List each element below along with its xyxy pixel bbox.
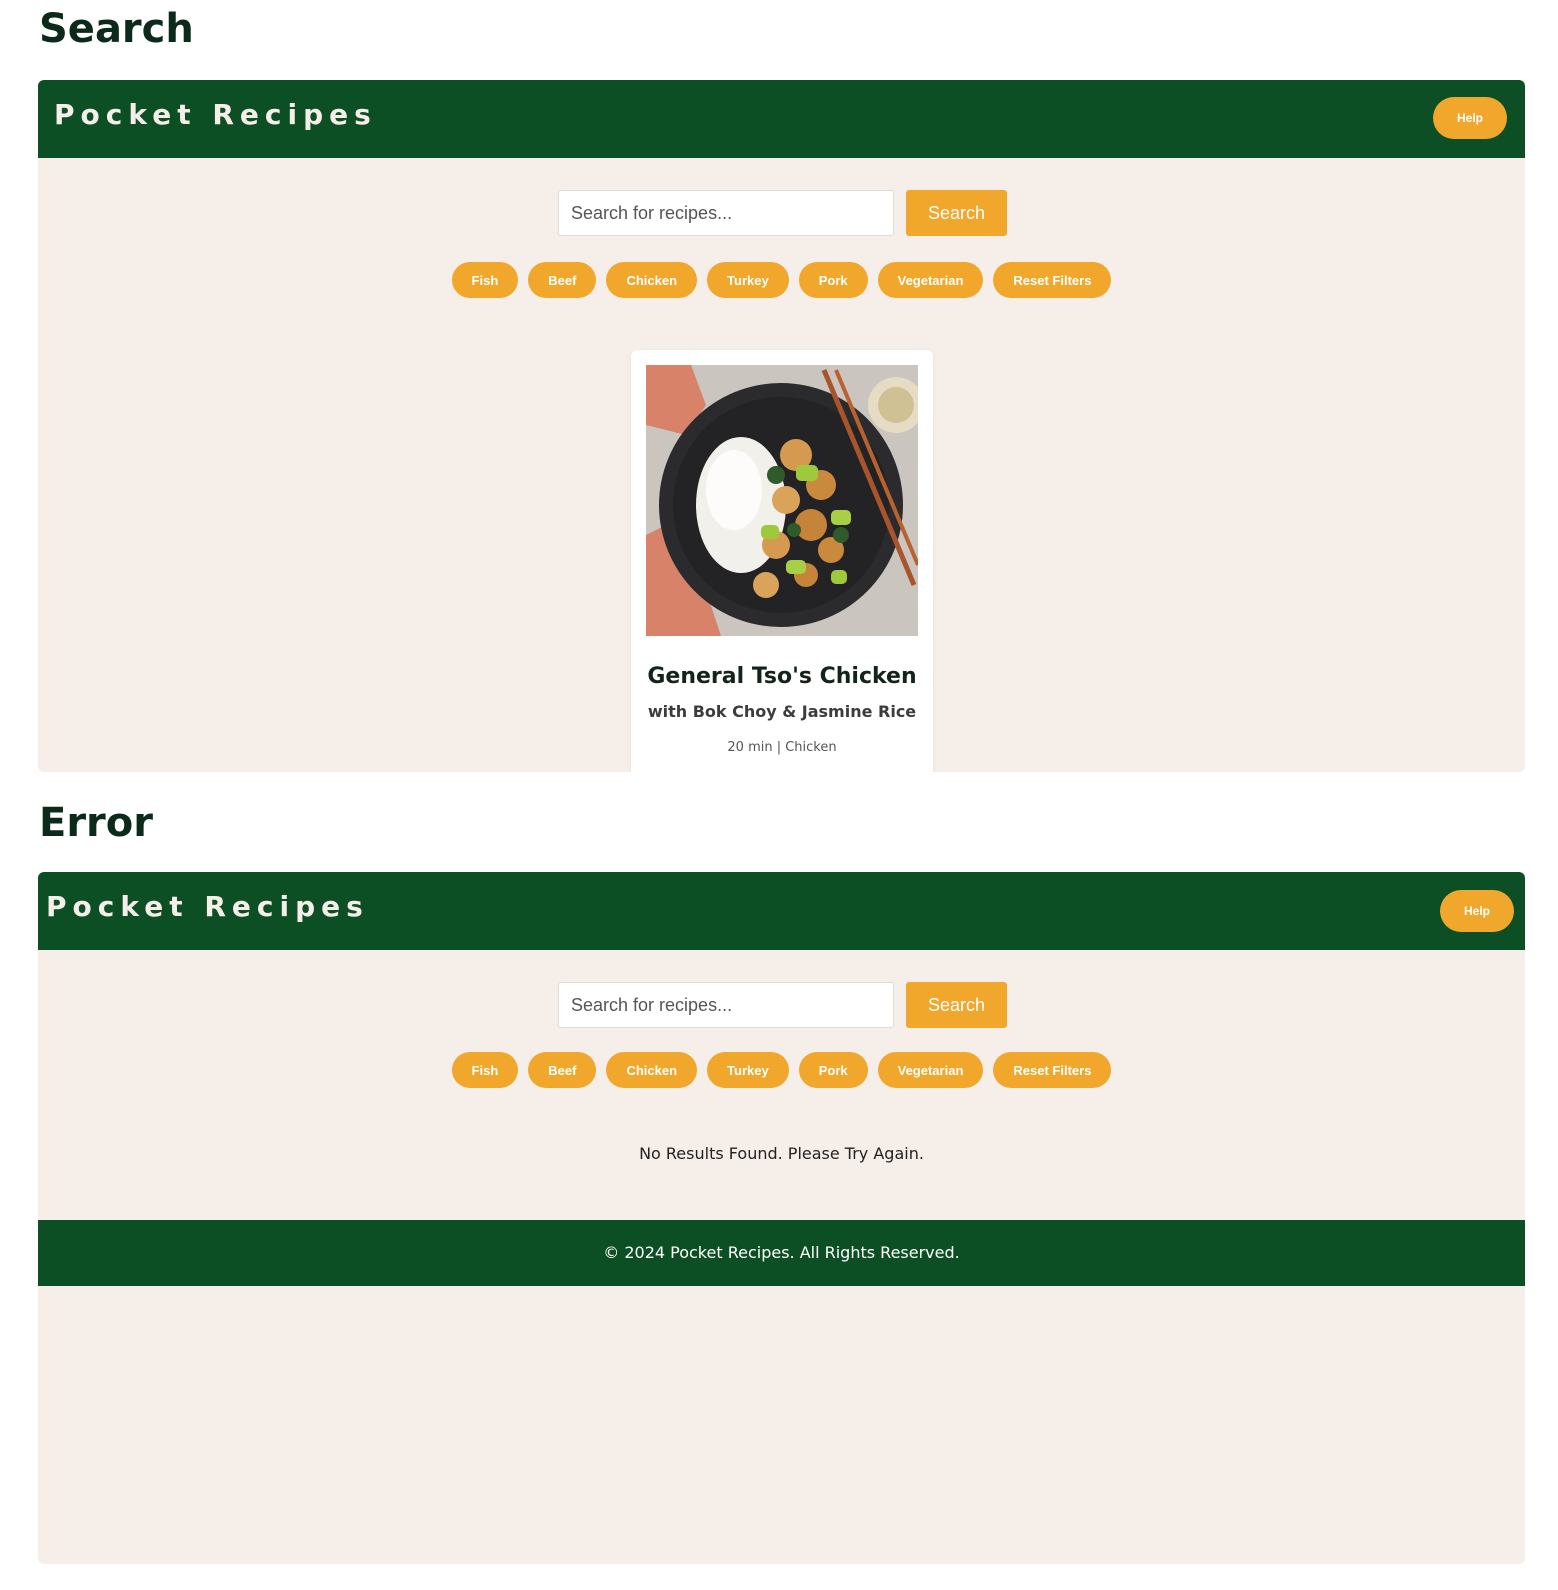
help-button[interactable]: Help	[1433, 97, 1507, 139]
error-screen: Pocket Recipes Help Search for recipes..…	[38, 872, 1525, 1564]
filter-pork-button[interactable]: Pork	[798, 1052, 868, 1088]
filter-chicken-button[interactable]: Chicken	[606, 1052, 698, 1088]
search-button[interactable]: Search	[906, 190, 1007, 236]
search-bar: Search for recipes... Search	[558, 982, 1018, 1028]
filter-fish-button[interactable]: Fish	[451, 1052, 519, 1088]
footer-copyright: © 2024 Pocket Recipes. All Rights Reserv…	[603, 1243, 960, 1262]
section-title-search: Search	[39, 6, 194, 52]
site-header: Pocket Recipes Help	[38, 80, 1525, 158]
recipe-image[interactable]	[646, 365, 918, 636]
recipe-card[interactable]: General Tso's Chicken with Bok Choy & Ja…	[631, 350, 933, 772]
brand-logo[interactable]: Pocket Recipes	[54, 98, 377, 131]
no-results-message: No Results Found. Please Try Again.	[639, 1144, 924, 1163]
filter-pork-button[interactable]: Pork	[798, 262, 868, 298]
filter-fish-button[interactable]: Fish	[451, 262, 519, 298]
site-footer: © 2024 Pocket Recipes. All Rights Reserv…	[38, 1220, 1525, 1286]
reset-filters-button[interactable]: Reset Filters	[993, 262, 1112, 298]
filter-chicken-button[interactable]: Chicken	[606, 262, 698, 298]
filter-beef-button[interactable]: Beef	[528, 262, 597, 298]
recipe-title[interactable]: General Tso's Chicken	[631, 664, 933, 689]
search-button[interactable]: Search	[906, 982, 1007, 1028]
help-button[interactable]: Help	[1440, 890, 1514, 932]
recipe-subtitle: with Bok Choy & Jasmine Rice	[647, 702, 917, 721]
filter-turkey-button[interactable]: Turkey	[707, 1052, 789, 1088]
filter-beef-button[interactable]: Beef	[528, 1052, 597, 1088]
search-input[interactable]: Search for recipes...	[558, 190, 894, 236]
section-title-error: Error	[39, 800, 153, 846]
site-header: Pocket Recipes Help	[38, 872, 1525, 950]
filter-chips: Fish Beef Chicken Turkey Pork Vegetarian…	[38, 1052, 1525, 1088]
filter-vegetarian-button[interactable]: Vegetarian	[877, 262, 984, 298]
recipe-meta: 20 min | Chicken	[727, 740, 837, 755]
brand-logo[interactable]: Pocket Recipes	[46, 890, 369, 923]
reset-filters-button[interactable]: Reset Filters	[993, 1052, 1112, 1088]
filter-turkey-button[interactable]: Turkey	[707, 262, 789, 298]
filter-chips: Fish Beef Chicken Turkey Pork Vegetarian…	[38, 262, 1525, 298]
search-input[interactable]: Search for recipes...	[558, 982, 894, 1028]
search-screen: Pocket Recipes Help Search for recipes..…	[38, 80, 1525, 772]
food-photo-icon	[646, 365, 918, 636]
filter-vegetarian-button[interactable]: Vegetarian	[877, 1052, 984, 1088]
search-bar: Search for recipes... Search	[558, 190, 1018, 236]
